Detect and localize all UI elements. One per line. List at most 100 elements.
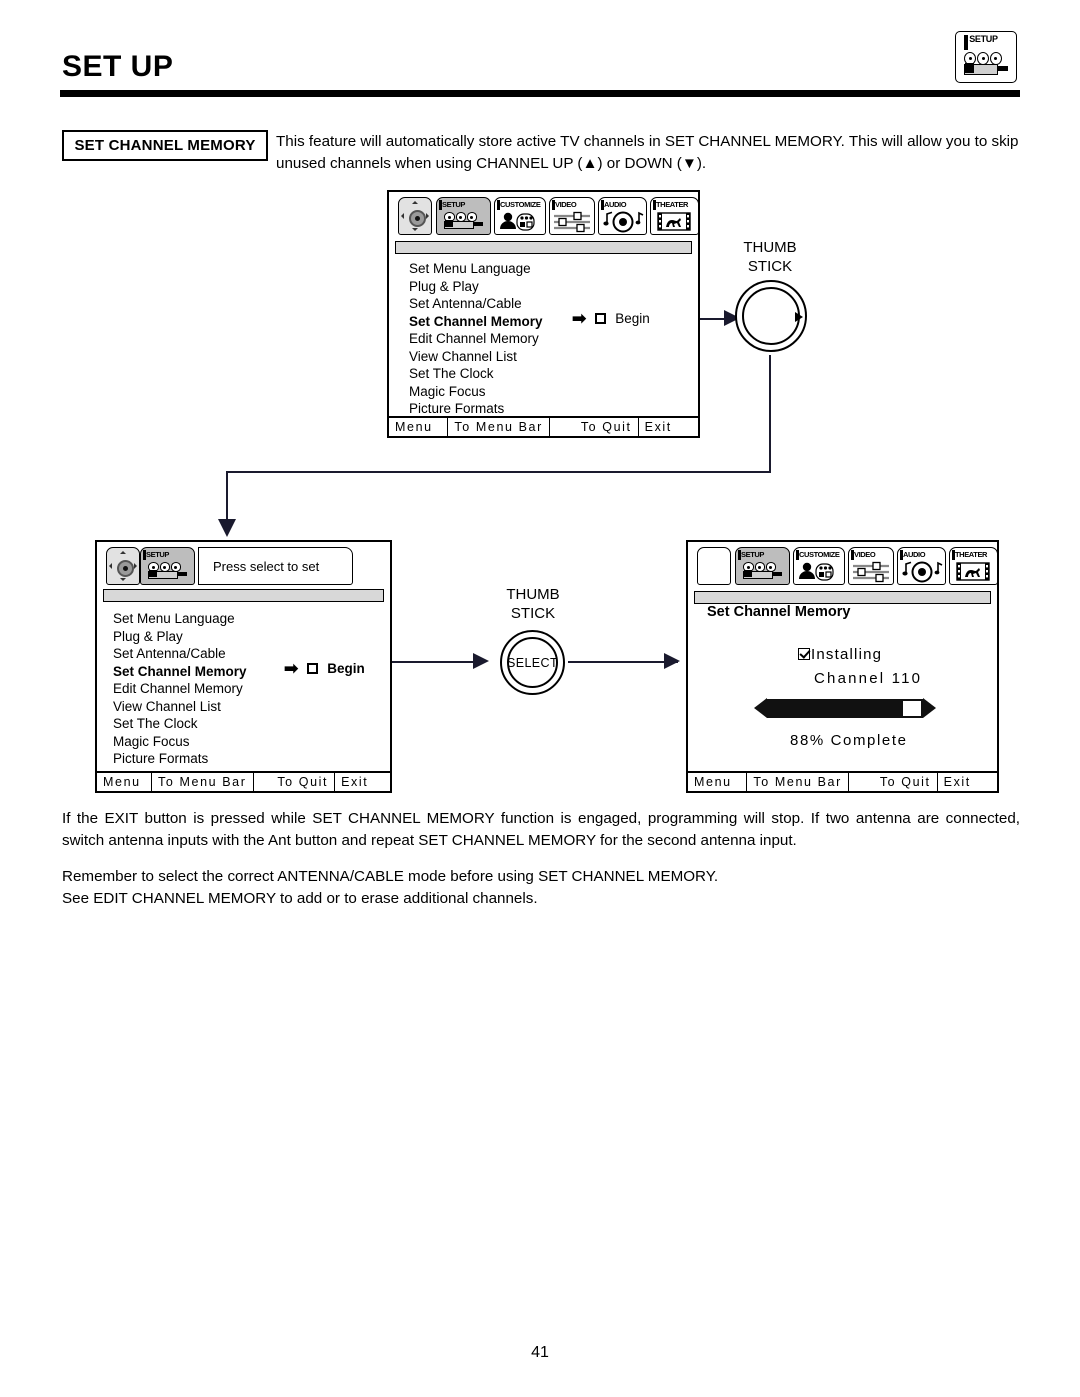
- tab-audio-label: AUDIO: [903, 550, 926, 559]
- menu-item[interactable]: View Channel List: [409, 348, 543, 366]
- theater-filmstrip-icon: [657, 212, 691, 231]
- menu-item[interactable]: Edit Channel Memory: [409, 330, 543, 348]
- menu-item[interactable]: Plug & Play: [409, 278, 543, 296]
- installing-status: Installing: [798, 646, 882, 663]
- audio-disc-icon: [603, 211, 644, 233]
- thumbstick-select-label-1: THUMB: [506, 586, 560, 603]
- select-button-label: SELECT: [506, 655, 559, 670]
- intro-paragraph: This feature will automatically store ac…: [276, 133, 1019, 172]
- progress-heading: Set Channel Memory: [707, 604, 851, 620]
- menu-item[interactable]: Set Menu Language: [409, 260, 543, 278]
- footer-exit[interactable]: Exit: [938, 773, 997, 791]
- thumbstick-outer-ring[interactable]: [735, 280, 807, 352]
- menu-item[interactable]: Plug & Play: [113, 628, 247, 646]
- tab-audio-label: AUDIO: [604, 200, 627, 209]
- footer-menu[interactable]: Menu: [97, 773, 153, 791]
- customize-person-icon: [799, 562, 834, 581]
- setup-camera-icon: SETUP: [955, 31, 1017, 83]
- connector-thumbstick-down: [769, 355, 772, 473]
- footer-to-menu-bar[interactable]: To Menu Bar: [448, 418, 550, 436]
- installing-label: Installing: [811, 646, 883, 663]
- tab-audio[interactable]: AUDIO: [897, 547, 946, 585]
- set-channel-memory-label: SET CHANNEL MEMORY: [62, 130, 268, 161]
- tab-theater-label: THEATER: [955, 550, 988, 559]
- progress-fill: [769, 700, 903, 716]
- menu-item[interactable]: Set The Clock: [409, 365, 543, 383]
- select-outer-ring[interactable]: SELECT: [500, 630, 565, 695]
- connector-down-to-screen2: [226, 471, 229, 526]
- begin-checkbox[interactable]: [307, 663, 319, 674]
- footer-to-quit[interactable]: To Quit: [849, 773, 938, 791]
- channel-number-label: Channel 110: [814, 670, 923, 687]
- thumbstick-inner-ring: [742, 287, 800, 345]
- footer-exit[interactable]: Exit: [335, 773, 390, 791]
- arrowhead-to-screen3: [664, 653, 680, 669]
- screen-footer-progress: Menu To Menu Bar To Quit Exit: [688, 771, 997, 791]
- begin-row-tooltip[interactable]: ➡ Begin: [284, 660, 365, 677]
- menu-item[interactable]: Magic Focus: [409, 383, 543, 401]
- video-sliders-icon: [554, 211, 590, 233]
- menu-item[interactable]: Set Antenna/Cable: [113, 645, 247, 663]
- tv-menu-screen-top: SETUP CUSTOMIZE VIDEO AUDIO THEATER Set …: [387, 190, 700, 438]
- footer-to-menu-bar[interactable]: To Menu Bar: [152, 773, 254, 791]
- tab-video-label: VIDEO: [555, 200, 577, 209]
- percent-complete-label: 88% Complete: [790, 732, 908, 749]
- begin-label: Begin: [615, 311, 650, 326]
- tabstrip-tooltip: SETUP Press select to set: [102, 547, 385, 587]
- menu-list-tooltip[interactable]: Set Menu Language Plug & Play Set Antenna/…: [113, 610, 247, 768]
- tab-setup[interactable]: SETUP: [436, 197, 491, 235]
- begin-label: Begin: [327, 661, 365, 676]
- menu-item[interactable]: Picture Formats: [409, 400, 543, 418]
- theater-filmstrip-icon: [956, 562, 990, 581]
- begin-checkbox[interactable]: [595, 313, 607, 324]
- menu-item[interactable]: Magic Focus: [113, 733, 247, 751]
- audio-disc-icon: [902, 561, 943, 583]
- menu-item[interactable]: Set Menu Language: [113, 610, 247, 628]
- footer-to-menu-bar[interactable]: To Menu Bar: [747, 773, 849, 791]
- navpad-icon: [106, 547, 140, 585]
- menu-item[interactable]: Set Antenna/Cable: [409, 295, 543, 313]
- progress-track: [767, 698, 923, 718]
- connector-screen2-to-select: [392, 661, 477, 664]
- progress-left-arrow-icon: [754, 698, 767, 718]
- tab-setup[interactable]: SETUP: [140, 547, 195, 585]
- footer-exit[interactable]: Exit: [639, 418, 698, 436]
- begin-row-top[interactable]: ➡ Begin: [572, 310, 650, 327]
- video-sliders-icon: [853, 561, 889, 583]
- installing-checkbox-icon: [798, 648, 810, 660]
- tab-video[interactable]: VIDEO: [848, 547, 894, 585]
- menu-list-top[interactable]: Set Menu Language Plug & Play Set Antenna/…: [409, 260, 543, 418]
- screen-footer-top: Menu To Menu Bar To Quit Exit: [389, 416, 698, 436]
- tab-setup[interactable]: SETUP: [735, 547, 790, 585]
- tab-theater-label: THEATER: [656, 200, 689, 209]
- footer-menu[interactable]: Menu: [688, 773, 748, 791]
- tab-customize-label: CUSTOMIZE: [500, 200, 541, 209]
- tab-theater[interactable]: THEATER: [949, 547, 998, 585]
- tab-audio[interactable]: AUDIO: [598, 197, 647, 235]
- navpad-icon: [398, 197, 432, 235]
- footer-menu[interactable]: Menu: [389, 418, 449, 436]
- tab-customize[interactable]: CUSTOMIZE: [793, 547, 845, 585]
- menu-item[interactable]: Set The Clock: [113, 715, 247, 733]
- menu-item[interactable]: View Channel List: [113, 698, 247, 716]
- tab-theater[interactable]: THEATER: [650, 197, 699, 235]
- thumbstick-select: THUMB STICK SELECT: [468, 585, 598, 700]
- thumbstick-rotation-arrow-icon: [795, 312, 803, 322]
- tab-customize[interactable]: CUSTOMIZE: [494, 197, 546, 235]
- right-arrow-icon: ➡: [572, 309, 587, 328]
- menubar-strip-tooltip: [103, 589, 384, 602]
- tabstrip-top: SETUP CUSTOMIZE VIDEO AUDIO THEATER: [394, 197, 699, 239]
- tab-video[interactable]: VIDEO: [549, 197, 595, 235]
- menu-item[interactable]: Set Channel Memory: [409, 313, 543, 331]
- menu-item[interactable]: Picture Formats: [113, 750, 247, 768]
- footer-to-quit[interactable]: To Quit: [254, 773, 336, 791]
- footer-to-quit[interactable]: To Quit: [550, 418, 639, 436]
- thumbstick-top: THUMB STICK: [700, 238, 840, 358]
- menu-item[interactable]: Edit Channel Memory: [113, 680, 247, 698]
- menu-item[interactable]: Set Channel Memory: [113, 663, 247, 681]
- right-arrow-icon: ➡: [284, 659, 299, 678]
- menubar-strip-top: [395, 241, 692, 254]
- tab-blank: [697, 547, 731, 585]
- thumbstick-top-label-2: STICK: [747, 258, 793, 275]
- corner-badge-label: SETUP: [969, 34, 998, 44]
